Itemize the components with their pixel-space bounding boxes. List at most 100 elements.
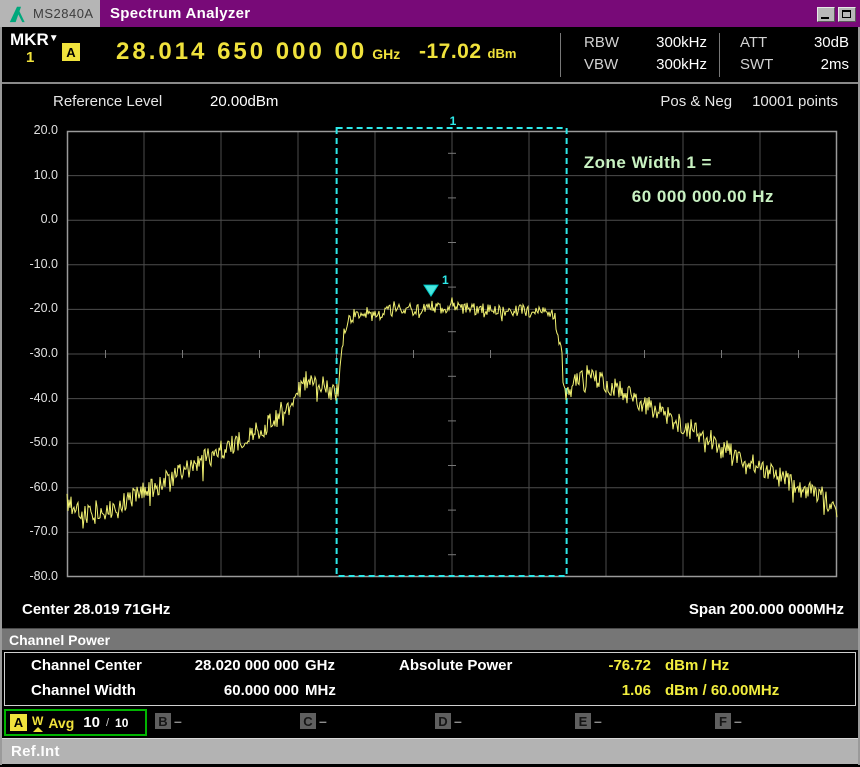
trace-f-state: – [734,713,742,729]
avg-separator: / [106,717,109,729]
absolute-power-value: -76.72 [553,657,651,674]
mkr-label: MKR [10,31,49,49]
table-row: Channel Center 28.020 000 000 GHz Absolu… [5,657,855,679]
avg-total: 10 [115,716,128,730]
rbw-row: RBW 300kHz [584,32,707,54]
y-axis-label: 20.0 [0,123,58,137]
channel-power-unit: dBm / 60.00MHz [665,682,779,699]
trace-slot-F[interactable]: F – [715,713,742,729]
measurement-screen: Reference Level 20.00dBm Pos & Neg 10001… [0,86,860,628]
trace-slot-D[interactable]: D – [435,713,462,729]
trace-b-state: – [174,713,182,729]
mkr-number: 1 [10,50,59,66]
vbw-value: 300kHz [656,54,707,76]
channel-center-value: 28.020 000 000 [155,657,299,674]
y-axis-label: 0.0 [0,212,58,226]
y-axis-label: -20.0 [0,301,58,315]
maximize-icon [842,10,851,18]
marker-frequency-readout: 28.014 650 000 00 GHz [116,38,400,66]
channel-power-title: Channel Power [2,632,110,648]
table-row: Channel Width 60.000 000 MHz 1.06 dBm / … [5,682,855,704]
y-axis-label: -10.0 [0,257,58,271]
marker-level-value: -17.02 [419,40,482,64]
reference-level-value: 20.00dBm [210,93,278,110]
att-label: ATT [740,32,767,54]
channel-width-unit: MHz [305,682,336,699]
swt-label: SWT [740,54,773,76]
rbw-value: 300kHz [656,32,707,54]
status-bar: Ref.Int [2,738,858,764]
zone-width-text-line2: 60 000 000.00 Hz [632,187,774,207]
y-axis-label: -80.0 [0,569,58,583]
header-divider-1 [560,33,561,77]
marker-1-triangle[interactable] [424,285,438,296]
trace-slot-E[interactable]: E – [575,713,602,729]
titlebar-app-area: Spectrum Analyzer [100,0,860,27]
waveform-icon [33,727,43,732]
att-row: ATT 30dB [740,32,849,54]
att-swt-column: ATT 30dB SWT 2ms [740,32,849,76]
titlebar: MS2840A Spectrum Analyzer [0,0,860,27]
absolute-power-label: Absolute Power [399,657,512,674]
channel-power-value: 1.06 [553,682,651,699]
marker-readout-header: MKR▼ 1 A 28.014 650 000 00 GHz -17.02 dB… [2,27,858,84]
absolute-power-unit: dBm / Hz [665,657,729,674]
app-title: Spectrum Analyzer [110,5,250,22]
avg-count: 10 [83,714,100,731]
reference-source-status: Ref.Int [2,743,60,760]
minimize-icon [821,17,829,19]
y-axis-label: -60.0 [0,480,58,494]
marker-level-unit: dBm [488,46,517,61]
zone-width-text-line1: Zone Width 1 = [584,153,712,173]
swt-row: SWT 2ms [740,54,849,76]
att-value: 30dB [814,32,849,54]
y-axis-label: -30.0 [0,346,58,360]
minimize-button[interactable] [817,7,835,22]
mkr-dropdown-icon: ▼ [49,33,59,44]
center-frequency-label: Center 28.019 71GHz [22,601,170,618]
span-label: Span 200.000 000MHz [689,601,844,618]
y-axis-label: -50.0 [0,435,58,449]
trace-bar: A W Avg 10 / 10 B – C – D – E – F – [2,708,858,738]
channel-power-table: Channel Center 28.020 000 000 GHz Absolu… [4,652,856,706]
channel-center-unit: GHz [305,657,335,674]
y-axis-label: 10.0 [0,168,58,182]
spectrum-analyzer-window: MS2840A Spectrum Analyzer MKR▼ 1 A 28.01… [0,0,860,767]
titlebar-model-area: MS2840A [0,0,100,27]
maximize-button[interactable] [838,7,856,22]
trace-slot-B[interactable]: B – [155,713,182,729]
channel-width-label: Channel Width [31,682,136,699]
marker-level-readout: -17.02 dBm [419,40,516,64]
y-axis-label: -70.0 [0,524,58,538]
trace-slot-C[interactable]: C – [300,713,327,729]
trace-e-state: – [594,713,602,729]
marker-selector[interactable]: MKR▼ 1 [10,31,59,66]
detection-mode: Pos & Neg [660,93,732,110]
marker-frequency-value: 28.014 650 000 00 [116,38,367,66]
trace-a-badge: A [10,714,27,731]
header-divider-2 [719,33,720,77]
bandwidth-column: RBW 300kHz VBW 300kHz [584,32,707,76]
trace-a-mode: Avg [48,715,74,731]
active-trace-badge: A [62,43,80,61]
channel-width-value: 60.000 000 [155,682,299,699]
rbw-label: RBW [584,32,619,54]
marker-frequency-unit: GHz [372,46,400,62]
vbw-label: VBW [584,54,618,76]
vbw-row: VBW 300kHz [584,54,707,76]
trace-c-state: – [319,713,327,729]
zone-number-label: 1 [450,114,457,128]
anritsu-logo-icon [7,5,27,23]
marker-number-label: 1 [442,273,449,287]
y-axis-label: -40.0 [0,391,58,405]
channel-power-header: Channel Power [2,628,858,650]
trace-slot-A[interactable]: A W Avg 10 / 10 [4,709,147,736]
model-number: MS2840A [33,6,94,21]
channel-center-label: Channel Center [31,657,142,674]
trace-d-state: – [454,713,462,729]
write-mode-icon: W [32,715,43,732]
reference-level-label: Reference Level [53,93,162,110]
window-edge-left [0,27,2,765]
trace-points: 10001 points [752,93,838,110]
swt-value: 2ms [821,54,849,76]
